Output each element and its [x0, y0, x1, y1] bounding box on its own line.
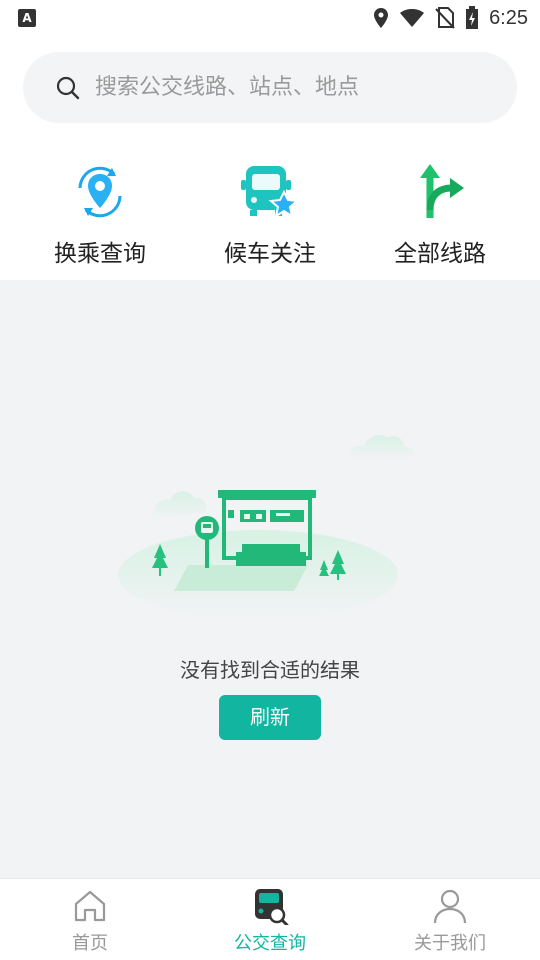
empty-state-message: 没有找到合适的结果: [180, 658, 360, 682]
transfer-location-icon: [78, 166, 122, 218]
status-icons: 6:25: [373, 5, 528, 31]
quick-action-label: 全部线路: [394, 241, 486, 267]
battery-charging-icon: [466, 6, 479, 29]
status-time: 6:25: [489, 6, 528, 29]
quick-action-all-routes[interactable]: 全部线路: [355, 158, 525, 278]
search-bar[interactable]: [23, 52, 517, 123]
quick-actions: 换乘查询 候车关注 全部线路: [0, 158, 540, 278]
accessibility-badge-icon: A: [18, 9, 36, 27]
no-sim-icon: [435, 7, 455, 29]
search-icon: [56, 76, 80, 100]
results-area: 没有找到合适的结果 刷新: [0, 280, 540, 878]
route-arrows-icon: [420, 164, 464, 218]
quick-action-label: 候车关注: [224, 241, 316, 267]
search-input[interactable]: [95, 52, 495, 123]
wifi-icon: [400, 9, 425, 27]
nav-item-bus-search[interactable]: 公交查询: [180, 879, 360, 960]
status-bar: A 6:25: [0, 0, 540, 36]
quick-action-favorites[interactable]: 候车关注: [185, 158, 355, 278]
nav-item-home[interactable]: 首页: [0, 879, 180, 960]
bottom-nav: 首页 公交查询 关于我们: [0, 878, 540, 960]
nav-label: 首页: [72, 933, 108, 954]
home-icon: [74, 890, 106, 922]
nav-label: 关于我们: [414, 933, 486, 954]
location-icon: [374, 8, 389, 28]
bus-stop-illustration: [118, 435, 415, 620]
quick-action-label: 换乘查询: [54, 241, 146, 267]
bus-search-icon: [255, 889, 289, 925]
nav-item-about[interactable]: 关于我们: [360, 879, 540, 960]
nav-label: 公交查询: [234, 933, 306, 954]
refresh-button[interactable]: 刷新: [219, 695, 321, 740]
user-icon: [433, 889, 467, 924]
bus-star-icon: [241, 166, 300, 219]
quick-action-transfer[interactable]: 换乘查询: [15, 158, 185, 278]
